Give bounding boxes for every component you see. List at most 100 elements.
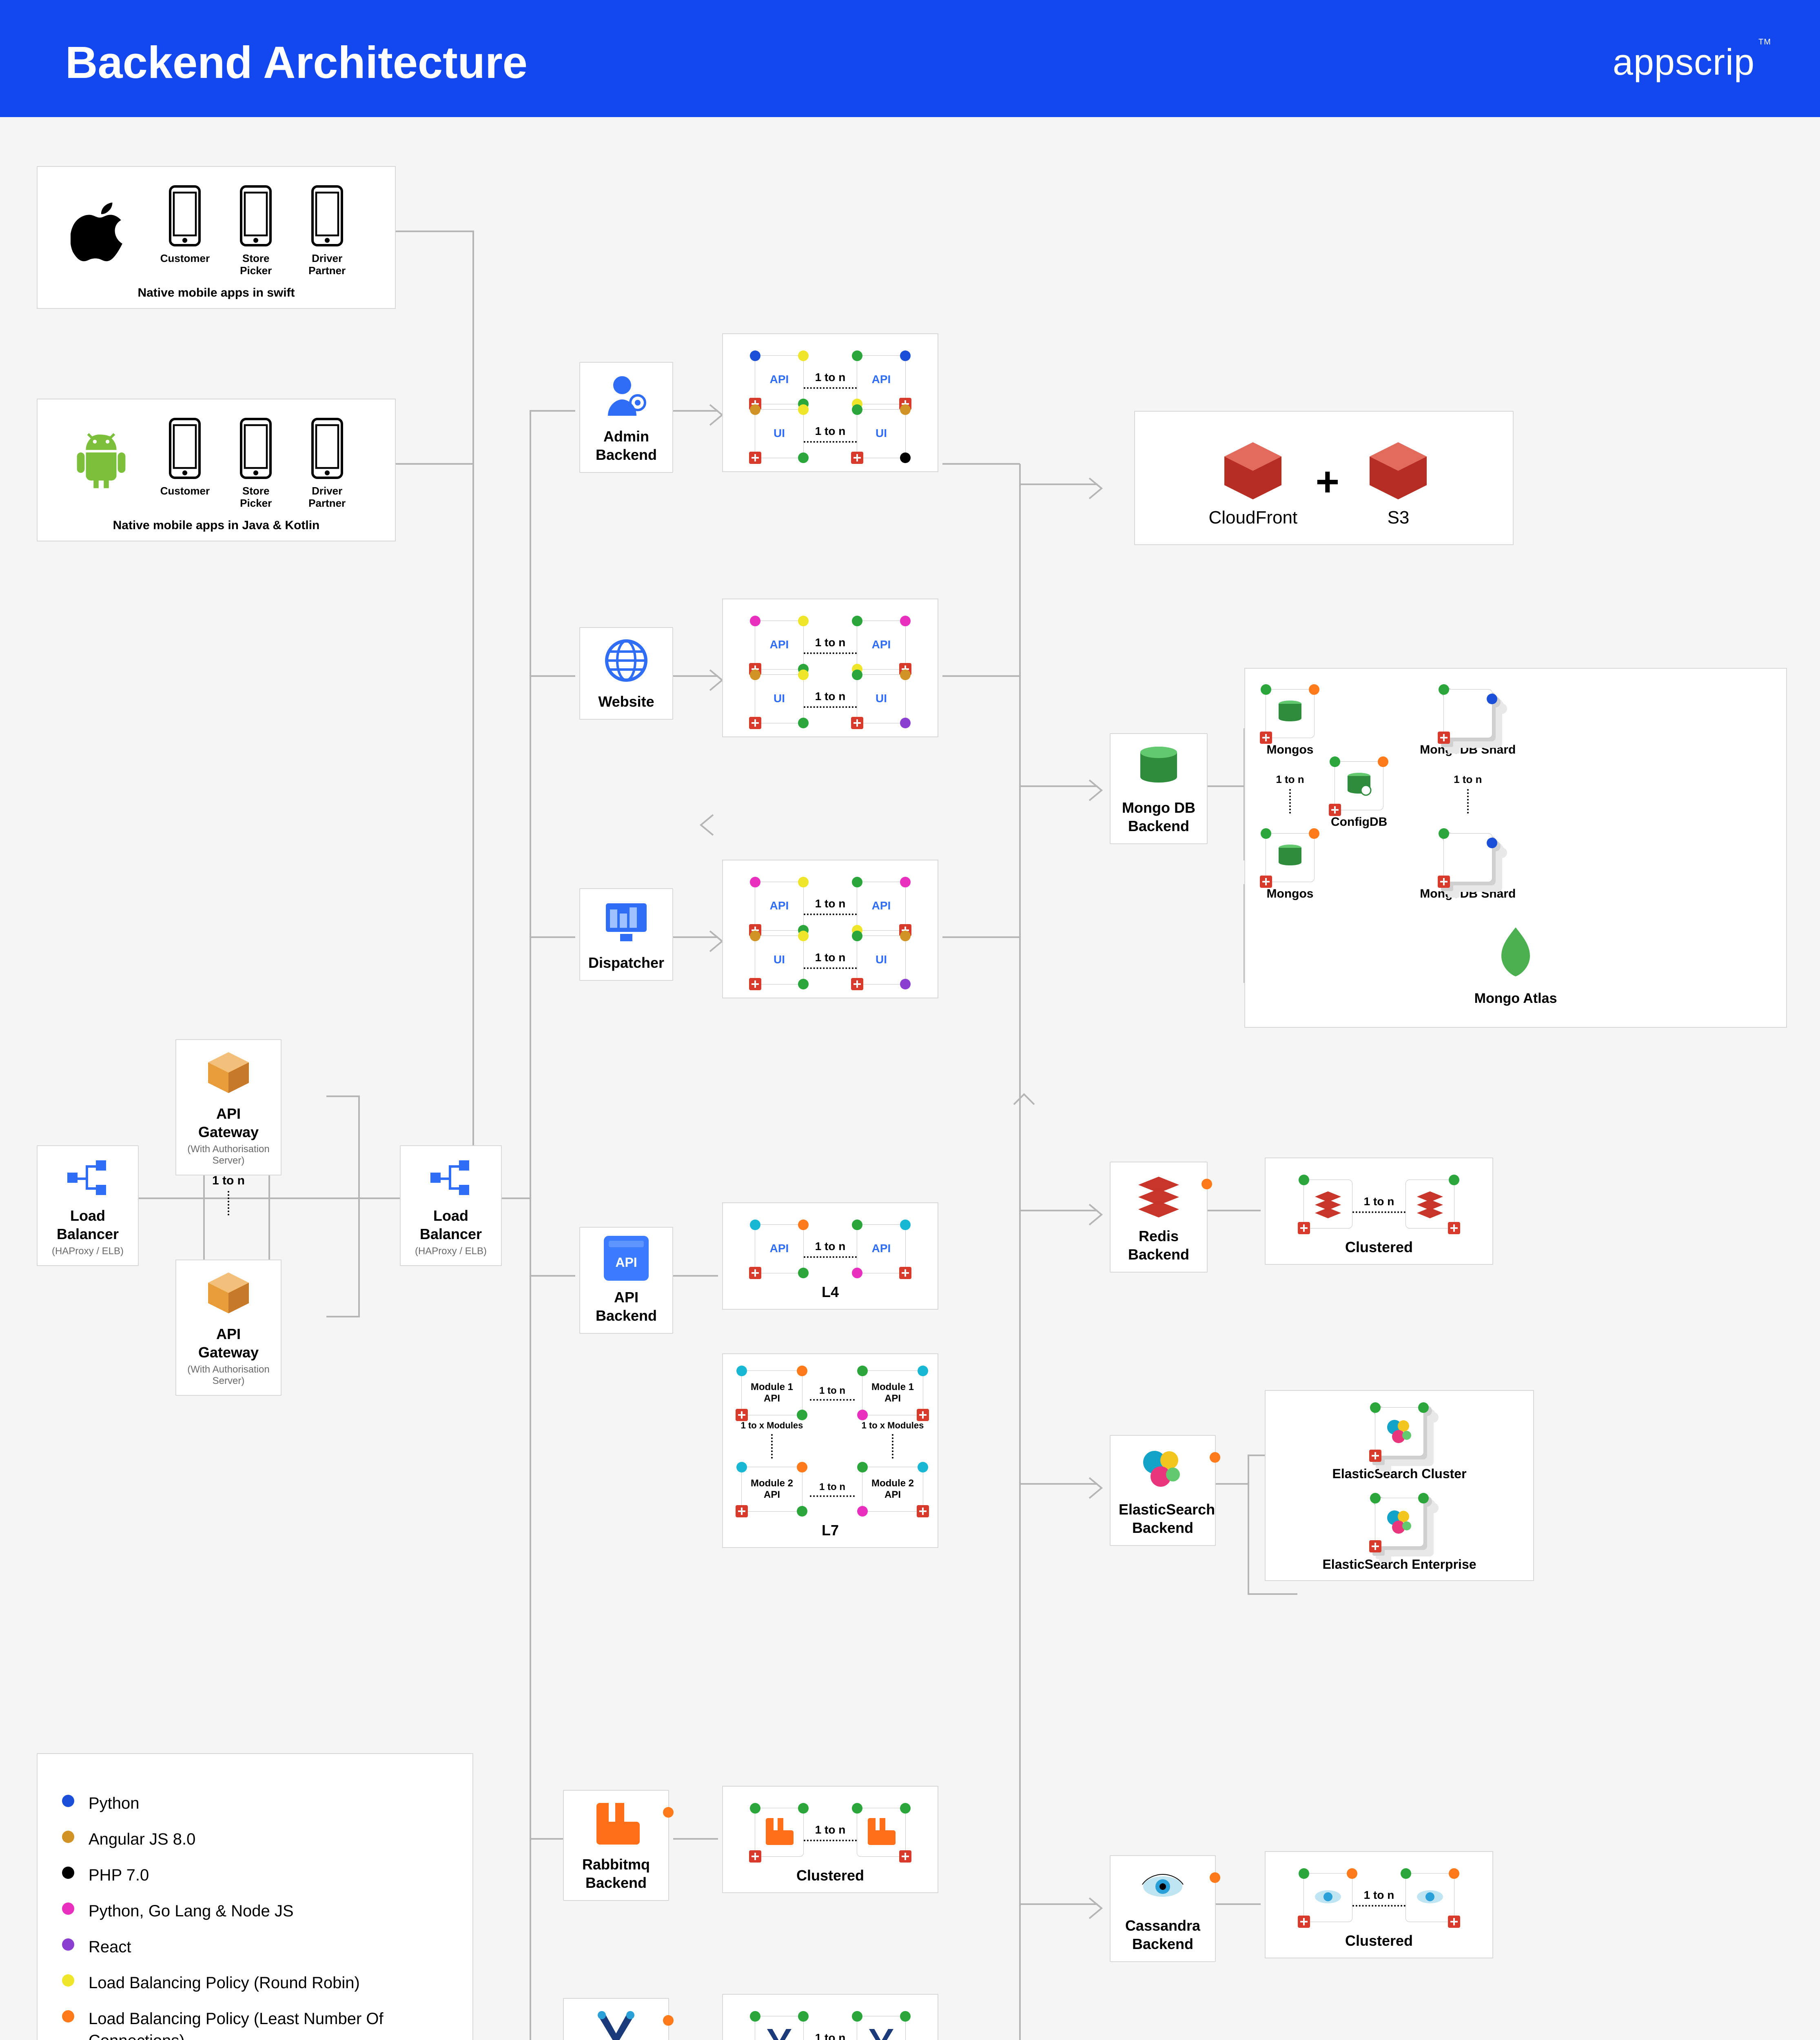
admin-cluster: API 1 to n API UI 1 to n UI xyxy=(722,333,938,472)
ui-node: UI xyxy=(857,674,906,723)
elasticsearch-icon xyxy=(1138,1444,1187,1493)
api-node: API xyxy=(857,621,906,670)
cloudfront-s3-block: CloudFront + S3 xyxy=(1134,411,1514,545)
api-backend-card: API API Backend xyxy=(579,1227,673,1334)
cassandra-cluster: 1 to n Clustered xyxy=(1265,1851,1493,1958)
ui-node: UI xyxy=(755,409,804,458)
ios-app-driver-partner: Driver Partner xyxy=(303,185,352,277)
mongodb-shard-node xyxy=(1443,833,1492,882)
rabbitmq-node xyxy=(857,1808,906,1857)
elasticsearch-backend-card: ElasticSearch Backend xyxy=(1110,1435,1216,1546)
cassandra-backend-card: Cassandra Backend xyxy=(1110,1855,1216,1962)
ios-apps-block: Customer Store Picker Driver Partner Nat… xyxy=(37,166,396,309)
module1-api-node: Module 1 API xyxy=(862,1370,923,1415)
ui-node: UI xyxy=(857,936,906,985)
mongodb-backend-card: Mongo DB Backend xyxy=(1110,733,1208,844)
mongos-node xyxy=(1266,689,1315,738)
mongo-atlas-icon xyxy=(1493,925,1538,978)
api-gateway-top: API Gateway (With Authorisation Server) xyxy=(175,1039,282,1175)
api-gateway-bottom: API Gateway (With Authorisation Server) xyxy=(175,1259,282,1396)
ios-app-store-picker: Store Picker xyxy=(231,185,280,277)
header-bar: Backend Architecture appscrip xyxy=(0,0,1820,117)
s3-item: S3 xyxy=(1357,436,1439,528)
mongodb-icon xyxy=(1134,742,1183,791)
cassandra-node xyxy=(1303,1873,1352,1922)
android-app-customer: Customer xyxy=(160,418,209,497)
api-node: API xyxy=(755,882,804,931)
page-title: Backend Architecture xyxy=(65,37,528,89)
es-cluster-node xyxy=(1375,1407,1424,1456)
elasticsearch-cluster: ElasticSearch Cluster ElasticSearch Ente… xyxy=(1265,1390,1534,1581)
api-node: API xyxy=(857,355,906,404)
redis-node xyxy=(1303,1180,1352,1228)
ios-app-customer: Customer xyxy=(160,185,209,265)
globe-icon xyxy=(602,636,651,685)
dashboard-icon xyxy=(602,897,651,946)
admin-icon xyxy=(602,371,651,420)
redis-backend-card: Redis Backend xyxy=(1110,1162,1208,1273)
vernemq-cluster: 1 to n Clustered xyxy=(722,1994,938,2040)
legend-item: Load Balancing Policy (Least Number Of C… xyxy=(62,2008,448,2040)
diagram-canvas: Customer Store Picker Driver Partner Nat… xyxy=(0,117,1820,2040)
rabbitmq-icon xyxy=(592,1799,641,1848)
rabbitmq-cluster: 1 to n Clustered xyxy=(722,1786,938,1893)
gateway-range: 1 to n xyxy=(204,1174,253,1219)
android-caption: Native mobile apps in Java & Kotlin xyxy=(60,519,372,532)
ui-node: UI xyxy=(857,409,906,458)
legend-item: React xyxy=(62,1936,448,1958)
api-node: API xyxy=(857,882,906,931)
android-icon xyxy=(71,428,132,499)
vernemq-node xyxy=(857,2016,906,2040)
s3-icon xyxy=(1357,436,1439,506)
ui-node: UI xyxy=(755,936,804,985)
brand-logo: appscrip xyxy=(1613,42,1755,84)
aws-gateway-icon xyxy=(200,1048,257,1097)
android-app-store-picker: Store Picker xyxy=(231,418,280,510)
cloudfront-item: CloudFront xyxy=(1209,436,1298,528)
api-node: API xyxy=(857,1224,906,1273)
api-node: API xyxy=(755,621,804,670)
cloudfront-icon xyxy=(1212,436,1294,506)
android-apps-block: Customer Store Picker Driver Partner Nat… xyxy=(37,399,396,541)
load-balancer-icon xyxy=(65,1154,110,1199)
mongodb-shard-node xyxy=(1443,689,1492,738)
load-balancer-2: Load Balancer (HAProxy / ELB) xyxy=(400,1145,502,1266)
legend-item: Angular JS 8.0 xyxy=(62,1828,448,1850)
mongodb-cluster: Mongos 1 to n Mongos ConfigDB xyxy=(1244,668,1787,1028)
vernemq-backend-card: Vernemq Backend xyxy=(563,1998,669,2040)
module2-api-node: Module 2 API xyxy=(862,1467,923,1512)
api-node: API xyxy=(755,1224,804,1273)
legend-panel: Python Angular JS 8.0 PHP 7.0 Python, Go… xyxy=(37,1753,473,2040)
ui-node: UI xyxy=(755,674,804,723)
aws-gateway-icon xyxy=(200,1268,257,1317)
l4-cluster: API 1 to n API L4 xyxy=(722,1202,938,1310)
load-balancer-icon xyxy=(428,1154,473,1199)
apple-icon xyxy=(71,195,132,267)
rabbitmq-node xyxy=(755,1808,804,1857)
legend-item: Python, Go Lang & Node JS xyxy=(62,1900,448,1922)
android-app-driver-partner: Driver Partner xyxy=(303,418,352,510)
api-icon: API xyxy=(604,1236,649,1281)
es-enterprise-node xyxy=(1375,1498,1424,1547)
load-balancer-1: Load Balancer (HAProxy / ELB) xyxy=(37,1145,139,1266)
legend-item: Python xyxy=(62,1792,448,1814)
website-cluster: API 1 to n API UI 1 to n UI xyxy=(722,599,938,737)
dispatcher-cluster: API 1 to n API UI 1 to n UI xyxy=(722,860,938,998)
redis-cluster: 1 to n Clustered xyxy=(1265,1157,1493,1265)
redis-icon xyxy=(1134,1171,1183,1220)
legend-item: PHP 7.0 xyxy=(62,1864,448,1886)
configdb-node xyxy=(1335,761,1383,810)
module1-api-node: Module 1 API xyxy=(741,1370,802,1415)
cassandra-icon xyxy=(1136,1864,1189,1909)
legend-item: Load Balancing Policy (Round Robin) xyxy=(62,1972,448,1994)
mongos-node xyxy=(1266,833,1315,882)
redis-node xyxy=(1405,1180,1454,1228)
ios-caption: Native mobile apps in swift xyxy=(60,286,372,300)
module2-api-node: Module 2 API xyxy=(741,1467,802,1512)
dispatcher-card: Dispatcher xyxy=(579,888,673,981)
vernemq-node xyxy=(755,2016,804,2040)
website-card: Website xyxy=(579,627,673,720)
l7-cluster: Module 1 API 1 to n Module 1 API 1 to x … xyxy=(722,1353,938,1548)
rabbitmq-backend-card: Rabbitmq Backend xyxy=(563,1790,669,1901)
cassandra-node xyxy=(1405,1873,1454,1922)
